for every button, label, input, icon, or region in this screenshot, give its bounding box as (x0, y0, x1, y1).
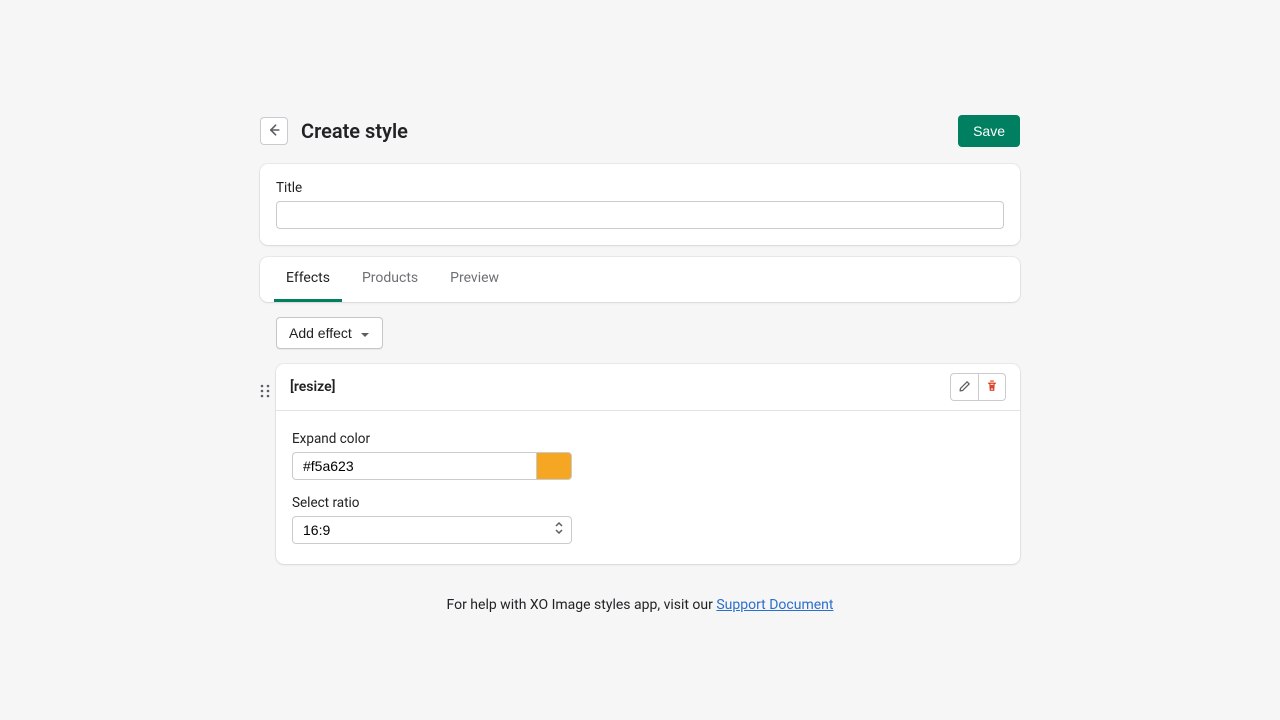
footer-help-text: For help with XO Image styles app, visit… (260, 597, 1020, 613)
tab-preview[interactable]: Preview (438, 257, 511, 302)
select-ratio-label: Select ratio (292, 495, 572, 511)
trash-icon (985, 379, 999, 396)
effect-title: [resize] (290, 379, 335, 395)
expand-color-input[interactable] (292, 452, 536, 480)
drag-handle-icon[interactable] (260, 384, 270, 402)
pencil-icon (958, 379, 972, 396)
page-title: Create style (301, 119, 408, 143)
effect-card: [resize] Expand color (276, 364, 1020, 564)
title-card: Title (260, 164, 1020, 245)
tab-effects[interactable]: Effects (274, 257, 342, 302)
expand-color-label: Expand color (292, 431, 572, 447)
support-document-link[interactable]: Support Document (716, 597, 833, 613)
arrow-left-icon (266, 122, 282, 141)
add-effect-button[interactable]: Add effect (276, 317, 383, 349)
title-label: Title (276, 180, 1004, 196)
tab-products[interactable]: Products (350, 257, 430, 302)
edit-effect-button[interactable] (950, 373, 978, 401)
back-button[interactable] (260, 117, 288, 145)
save-button[interactable]: Save (958, 115, 1020, 147)
caret-down-icon (360, 325, 370, 341)
add-effect-label: Add effect (289, 325, 352, 341)
tabs-card: Effects Products Preview (260, 257, 1020, 302)
color-swatch[interactable] (536, 452, 572, 480)
ratio-select[interactable]: 16:9 (292, 516, 572, 544)
delete-effect-button[interactable] (978, 373, 1006, 401)
footer-prefix: For help with XO Image styles app, visit… (447, 597, 717, 613)
title-input[interactable] (276, 201, 1004, 229)
